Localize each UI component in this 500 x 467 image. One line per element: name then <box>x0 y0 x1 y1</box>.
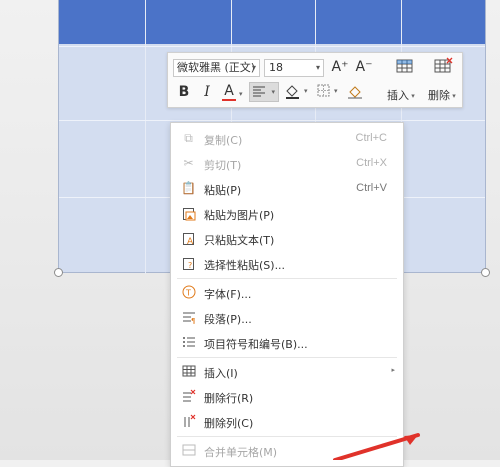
grow-font-button[interactable]: A⁺ <box>331 58 349 76</box>
table-header-row[interactable] <box>59 0 485 44</box>
paste-special-icon: ? <box>181 256 196 271</box>
font-icon: T <box>181 285 196 300</box>
paragraph-icon: ¶ <box>181 310 196 325</box>
font-name-select[interactable]: 微软雅黑 (正文) ▾ <box>173 59 260 77</box>
chevron-down-icon: ▾ <box>304 87 308 95</box>
chevron-down-icon: ▾ <box>409 92 415 100</box>
resize-handle-bottom-right[interactable] <box>481 268 490 277</box>
menu-item-paragraph[interactable]: ¶ 段落(P)... <box>171 305 403 330</box>
paste-text-icon: A <box>181 231 196 247</box>
menu-item-label: 选择性粘贴(S)... <box>204 259 286 272</box>
insert-button[interactable]: 插入 ▾ <box>387 87 415 103</box>
menu-item-font[interactable]: T 字体(F)... <box>171 280 403 305</box>
fill-color-button[interactable]: ▾ <box>284 83 312 101</box>
menu-item-label: 段落(P)... <box>204 313 252 326</box>
menu-item-cut[interactable]: ✂ 剪切(T) Ctrl+X <box>171 151 403 176</box>
menu-item-delete-row[interactable]: 删除行(R) <box>171 384 403 409</box>
menu-item-paste[interactable]: 📋 粘贴(P) Ctrl+V <box>171 176 403 201</box>
menu-item-label: 插入(I) <box>204 367 238 380</box>
font-size-value: 18 <box>269 61 283 74</box>
annotation-arrow <box>333 433 420 460</box>
paint-bucket-icon <box>286 85 299 99</box>
table-row-divider <box>59 120 485 121</box>
table-column-divider <box>145 0 146 274</box>
cut-icon: ✂ <box>183 156 194 170</box>
border-icon <box>317 84 330 97</box>
menu-item-paste-special[interactable]: ? 选择性粘贴(S)... <box>171 251 403 276</box>
align-left-icon <box>253 86 265 97</box>
delete-column-icon <box>181 414 196 429</box>
paste-icon: 📋 <box>181 181 196 195</box>
chevron-down-icon[interactable]: ▾ <box>239 87 243 100</box>
italic-button[interactable]: I <box>200 83 214 101</box>
resize-handle-bottom-left[interactable] <box>54 268 63 277</box>
font-name-value: 微软雅黑 (正文) <box>177 61 256 74</box>
chevron-down-icon: ▾ <box>251 63 256 72</box>
merge-cells-icon <box>181 443 196 458</box>
menu-item-paste-text-only[interactable]: A 只粘贴文本(T) <box>171 226 403 251</box>
menu-item-label: 字体(F)... <box>204 288 252 301</box>
menu-item-label: 合并单元格(M) <box>204 446 278 459</box>
bold-button[interactable]: B <box>177 83 191 101</box>
mini-format-toolbar: 微软雅黑 (正文) ▾ 18 ▾ A⁺ A⁻ B I A ▾ ▾ ▾ ▾ 插入 … <box>167 52 463 108</box>
context-menu: ⧉ 复制(C) Ctrl+C ✂ 剪切(T) Ctrl+X 📋 粘贴(P) Ct… <box>170 122 404 467</box>
insert-table-icon <box>181 364 196 379</box>
shrink-font-button[interactable]: A⁻ <box>355 58 373 76</box>
chevron-down-icon: ▾ <box>450 92 456 100</box>
menu-separator <box>177 278 397 279</box>
insert-label: 插入 <box>387 89 409 102</box>
menu-item-label: 剪切(T) <box>204 159 242 172</box>
bullets-icon <box>181 335 196 350</box>
menu-separator <box>177 357 397 358</box>
delete-button[interactable]: 删除 ▾ <box>428 87 456 103</box>
svg-text:T: T <box>185 289 191 298</box>
paste-picture-icon <box>181 206 196 221</box>
eraser-icon <box>348 86 362 99</box>
copy-icon: ⧉ <box>184 131 193 145</box>
delete-table-icon <box>432 57 454 80</box>
menu-item-bullets-numbering[interactable]: 项目符号和编号(B)... <box>171 330 403 355</box>
menu-item-shortcut: Ctrl+V <box>356 182 387 194</box>
chevron-right-icon: ▸ <box>391 366 395 374</box>
menu-item-paste-as-picture[interactable]: 粘贴为图片(P) <box>171 201 403 226</box>
menu-item-label: 删除行(R) <box>204 392 254 405</box>
insert-table-icon <box>394 57 416 80</box>
menu-item-label: 粘贴(P) <box>204 184 242 197</box>
menu-item-label: 粘贴为图片(P) <box>204 209 275 222</box>
menu-item-shortcut: Ctrl+C <box>355 132 387 144</box>
delete-label: 删除 <box>428 89 450 102</box>
font-size-select[interactable]: 18 ▾ <box>264 59 324 77</box>
align-button[interactable]: ▾ <box>249 82 279 102</box>
border-button[interactable]: ▾ <box>316 83 344 101</box>
chevron-down-icon: ▾ <box>315 63 320 72</box>
svg-text:A: A <box>187 237 194 246</box>
chevron-down-icon: ▾ <box>334 87 338 95</box>
svg-text:¶: ¶ <box>191 317 195 324</box>
menu-item-label: 项目符号和编号(B)... <box>204 338 308 351</box>
menu-item-insert[interactable]: 插入(I) ▸ <box>171 359 403 384</box>
font-color-button[interactable]: A <box>222 83 236 101</box>
delete-row-icon <box>181 389 196 404</box>
menu-item-label: 复制(C) <box>204 134 243 147</box>
menu-item-label: 只粘贴文本(T) <box>204 234 275 247</box>
menu-item-copy[interactable]: ⧉ 复制(C) Ctrl+C <box>171 126 403 151</box>
table-row-divider <box>59 46 485 47</box>
eraser-button[interactable] <box>346 82 366 102</box>
chevron-down-icon: ▾ <box>271 88 275 96</box>
menu-item-label: 删除列(C) <box>204 417 254 430</box>
menu-item-shortcut: Ctrl+X <box>356 157 387 169</box>
svg-text:?: ? <box>188 261 192 270</box>
